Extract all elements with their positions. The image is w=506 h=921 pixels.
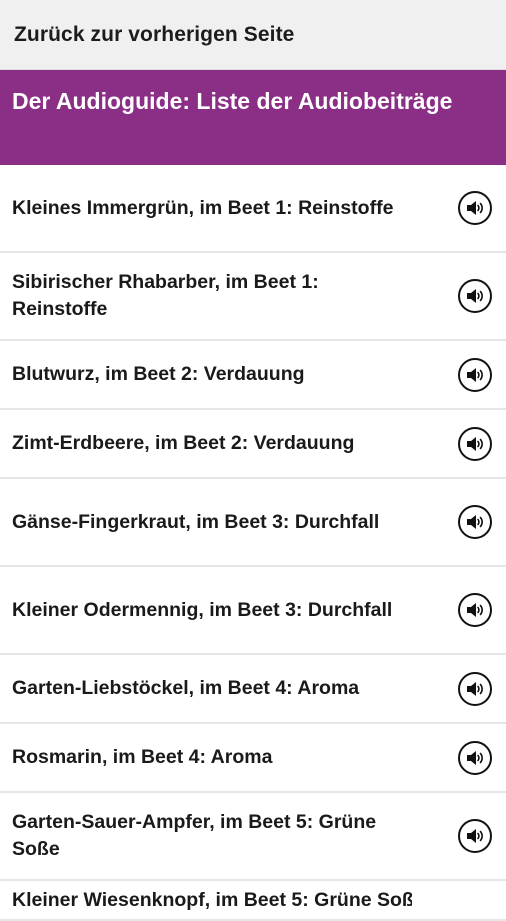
speaker-icon[interactable] <box>458 671 492 706</box>
page-header: Der Audioguide: Liste der Audiobeiträge <box>0 70 506 165</box>
list-item-label: Sibirischer Rhabarber, im Beet 1: Reinst… <box>12 271 319 320</box>
speaker-icon[interactable] <box>458 740 492 775</box>
list-item-label: Kleines Immergrün, im Beet 1: Reinstoffe <box>12 196 394 219</box>
list-item-label: Kleiner Odermennig, im Beet 3: Durchfall <box>12 598 393 621</box>
list-item-label: Garten-Sauer-Ampfer, im Beet 5: Grüne So… <box>12 811 377 860</box>
speaker-icon[interactable] <box>458 357 492 392</box>
list-item-label: Zimt-Erdbeere, im Beet 2: Verdauung <box>12 432 355 454</box>
speaker-icon[interactable] <box>458 505 492 539</box>
list-item[interactable]: Blutwurz, im Beet 2: Verdauung <box>0 341 506 410</box>
list-item-label: Garten-Liebstöckel, im Beet 4: Aroma <box>12 677 360 699</box>
list-item-label: Kleiner Wiesenknopf, im Beet 5: Grüne So… <box>12 889 412 911</box>
audio-list: Kleines Immergrün, im Beet 1: Reinstoffe… <box>0 165 506 921</box>
list-item[interactable]: Zimt-Erdbeere, im Beet 2: Verdauung <box>0 410 506 479</box>
list-item[interactable]: Rosmarin, im Beet 4: Aroma <box>0 724 506 793</box>
speaker-icon[interactable] <box>458 819 492 853</box>
list-item[interactable]: Sibirischer Rhabarber, im Beet 1: Reinst… <box>0 253 506 341</box>
list-item-label: Gänse-Fingerkraut, im Beet 3: Durchfall <box>12 510 380 533</box>
list-item-label: Rosmarin, im Beet 4: Aroma <box>12 746 273 768</box>
speaker-icon[interactable] <box>458 426 492 461</box>
page-title: Der Audioguide: Liste der Audiobeiträge <box>12 88 453 114</box>
list-item[interactable]: Garten-Sauer-Ampfer, im Beet 5: Grüne So… <box>0 793 506 881</box>
list-item[interactable]: Kleines Immergrün, im Beet 1: Reinstoffe <box>0 165 506 253</box>
list-item-label: Blutwurz, im Beet 2: Verdauung <box>12 363 305 385</box>
list-item[interactable]: Kleiner Odermennig, im Beet 3: Durchfall <box>0 567 506 655</box>
back-link[interactable]: Zurück zur vorherigen Seite <box>0 0 506 70</box>
speaker-icon[interactable] <box>458 279 492 313</box>
back-link-label: Zurück zur vorherigen Seite <box>14 22 295 46</box>
speaker-icon[interactable] <box>458 593 492 627</box>
list-item[interactable]: Gänse-Fingerkraut, im Beet 3: Durchfall <box>0 479 506 567</box>
speaker-icon[interactable] <box>458 191 492 225</box>
list-item[interactable]: Kleiner Wiesenknopf, im Beet 5: Grüne So… <box>0 881 506 921</box>
list-item[interactable]: Garten-Liebstöckel, im Beet 4: Aroma <box>0 655 506 724</box>
